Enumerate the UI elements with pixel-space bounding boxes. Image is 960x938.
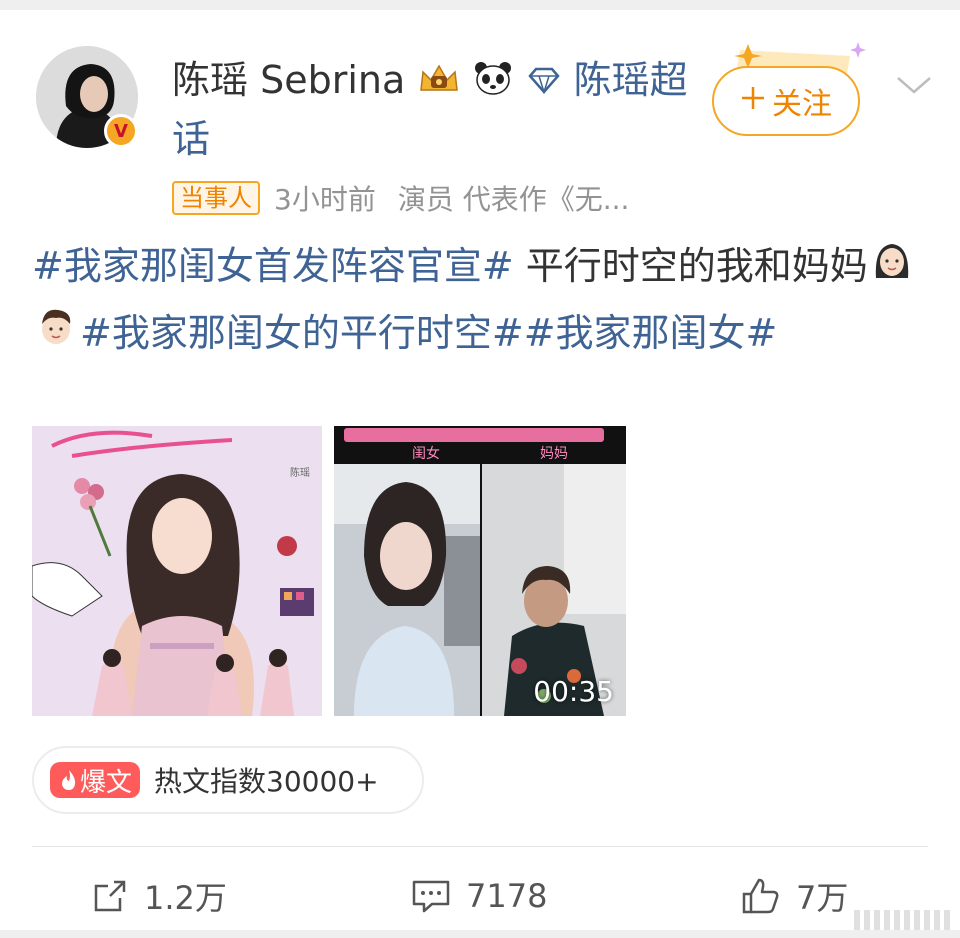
post-image-poster[interactable]: 陈瑶 — [32, 426, 322, 716]
weibo-post-card: V 陈瑶 Sebrina 陈瑶超话 关注 当事人 3小时前 演员 代表作《无..… — [0, 10, 960, 930]
name-block: 陈瑶 Sebrina 陈瑶超话 — [172, 52, 692, 167]
post-text: #我家那闺女首发阵容官宣# 平行时空的我和妈妈 #我家那闺女的平行时空##我家那闺… — [32, 234, 932, 367]
follow-label: 关注 — [772, 87, 832, 122]
follow-button[interactable]: 关注 — [712, 66, 860, 136]
repost-button[interactable]: 1.2万 — [90, 872, 227, 920]
user-bio: 演员 代表作《无... — [397, 183, 630, 216]
repost-count: 1.2万 — [144, 879, 227, 917]
post-video-thumbnail[interactable]: 闺女 妈妈 00:35 — [334, 426, 626, 716]
video-caption-right: 妈妈 — [540, 446, 568, 462]
topic-link[interactable]: #我家那闺女首发阵容官宣# — [32, 244, 514, 288]
poster-small-text: 陈瑶 — [290, 466, 310, 479]
hot-pill: 爆文 — [50, 762, 141, 798]
comment-icon — [412, 880, 450, 913]
crown-icon — [417, 55, 461, 111]
party-tag: 当事人 — [172, 181, 260, 215]
post-time: 3小时前 — [274, 183, 376, 216]
verified-badge-icon: V — [104, 114, 138, 148]
like-count: 7万 — [796, 879, 849, 917]
flame-icon — [62, 770, 76, 790]
post-meta: 当事人 3小时前 演员 代表作《无... — [172, 178, 629, 218]
watermark — [854, 910, 954, 930]
man-emoji-icon — [34, 303, 78, 367]
divider — [32, 846, 928, 847]
topic-link[interactable]: #我家那闺女# — [524, 311, 778, 355]
hot-article-badge[interactable]: 爆文 热文指数30000+ — [32, 746, 424, 814]
post-body-text: 平行时空的我和妈妈 — [513, 244, 868, 288]
plus-icon — [740, 84, 766, 119]
hot-pill-label: 爆文 — [80, 767, 133, 798]
video-duration: 00:35 — [533, 675, 614, 708]
repost-icon — [94, 880, 126, 912]
hot-index-text: 热文指数30000+ — [154, 765, 379, 798]
comment-count: 7178 — [466, 877, 548, 915]
user-name[interactable]: 陈瑶 Sebrina — [172, 58, 405, 102]
topic-link[interactable]: #我家那闺女的平行时空# — [80, 311, 524, 355]
panda-icon — [473, 55, 513, 111]
chevron-down-icon[interactable] — [894, 70, 934, 100]
thumbs-up-icon — [742, 878, 779, 914]
video-caption-left: 闺女 — [412, 445, 440, 462]
comment-button[interactable]: 7178 — [410, 872, 547, 920]
diamond-icon — [526, 55, 562, 111]
like-button[interactable]: 7万 — [740, 872, 848, 920]
woman-emoji-icon — [870, 237, 914, 301]
